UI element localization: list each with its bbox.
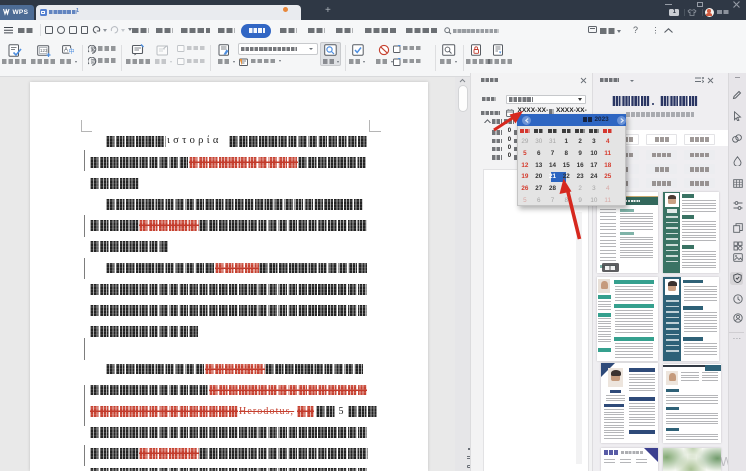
svg-text:简: 简: [90, 58, 96, 66]
svg-text:A: A: [64, 48, 68, 54]
svg-text:123: 123: [40, 48, 48, 53]
svg-text:繁: 繁: [90, 45, 96, 53]
